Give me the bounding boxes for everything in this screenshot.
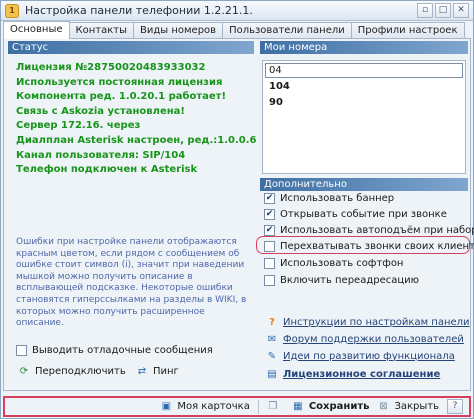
my-numbers-header: Мои номера [260,41,468,54]
save-button[interactable]: ▦ Сохранить [292,401,370,413]
status-line-license: Лицензия №28750020483933032 [16,62,206,73]
copy-icon: ❐ [268,401,278,412]
error-hint-text: Ошибки при настройке панели отображаются… [16,237,247,329]
close-icon: ⊠ [379,401,388,412]
status-list: Лицензия №28750020483933032 Используется… [16,61,256,178]
option-intercept-calls[interactable]: Перехватывать звонки своих клиентов [264,241,474,252]
debug-label: Выводить отладочные сообщения [32,345,213,356]
tab-settings-profiles[interactable]: Профили настроек [350,22,465,39]
option-forwarding[interactable]: Включить переадресацию [264,275,419,286]
tab-panel-users[interactable]: Пользователи панели [222,22,352,39]
title-bar: 1 Настройка панели телефонии 1.2.21.1. ▫… [1,1,473,21]
link-label[interactable]: Форум поддержки пользователей [283,334,464,345]
status-line-permanent: Используется постоянная лицензия [16,76,223,88]
help-icon: ? [447,399,463,414]
link-forum[interactable]: ✉ Форум поддержки пользователей [266,333,464,345]
save-icon: ▦ [293,401,303,412]
copy-button[interactable]: ❐ [267,401,284,413]
link-ideas[interactable]: ✎ Идеи по развитию функционала [266,350,455,362]
checkbox-softphone[interactable] [264,258,275,269]
status-line-server: Сервер 172.16. через [16,120,141,132]
reconnect-label: Переподключить [35,365,126,377]
number-item[interactable]: 104 [269,81,290,92]
my-card-button[interactable]: ▣ Моя карточка [160,401,250,413]
status-line-dialplan: Диалплан Asterisk настроен, ред.:1.0.0.6 [16,134,257,146]
tab-number-types[interactable]: Виды номеров [133,22,224,39]
document-icon: ▤ [267,368,277,380]
close-label: Закрыть [394,401,439,412]
status-line-channel: Канал пользователя: SIP/104 [16,149,186,161]
debug-messages-option[interactable]: Выводить отладочные сообщения [16,345,213,356]
reconnect-button[interactable]: ⟳ Переподключить [18,365,126,377]
checkbox-open-event[interactable]: ✔ [264,209,275,220]
option-use-banner[interactable]: ✔ Использовать баннер [264,193,394,204]
ping-button[interactable]: ⇄ Пинг [136,365,179,377]
link-label[interactable]: Лицензионное соглашение [283,369,440,380]
tab-bar: Основные Контакты Виды номеров Пользоват… [3,21,465,39]
window-title: Настройка панели телефонии 1.2.21.1. [25,4,253,17]
checkbox-intercept[interactable] [264,241,275,252]
card-icon: ▣ [161,401,172,412]
ping-label: Пинг [153,365,179,377]
chat-icon: ✉ [267,333,277,345]
link-license[interactable]: ▤ Лицензионное соглашение [266,368,440,380]
my-card-label: Моя карточка [177,401,250,412]
tab-content: Статус Лицензия №28750020483933032 Испол… [3,38,474,391]
lightbulb-icon: ✎ [267,350,277,362]
link-label[interactable]: Идеи по развитию функционала [283,351,455,362]
maximize-button[interactable]: □ [435,3,451,18]
toolbar-separator [257,399,259,414]
checkbox-auto-answer[interactable]: ✔ [264,225,275,236]
settings-window: 1 Настройка панели телефонии 1.2.21.1. ▫… [0,0,474,419]
option-label: Перехватывать звонки своих клиентов [280,241,474,252]
tab-contacts[interactable]: Контакты [68,22,134,39]
option-softphone[interactable]: Использовать софтфон [264,258,403,269]
minimize-button[interactable]: ▫ [417,3,433,18]
checkbox-forwarding[interactable] [264,275,275,286]
option-label: Использовать баннер [280,193,395,204]
ping-icon: ⇄ [137,365,147,377]
my-numbers-list[interactable]: 04 104 90 [262,60,466,174]
number-item[interactable]: 90 [269,97,283,108]
help-button[interactable]: ? [447,399,463,414]
option-label: Открывать событие при звонке [280,209,447,220]
link-instructions[interactable]: ? Инструкции по настройкам панели [266,316,470,328]
close-button[interactable]: ⊠ Закрыть [377,401,439,413]
option-open-event[interactable]: ✔ Открывать событие при звонке [264,209,447,220]
question-icon: ? [269,316,275,328]
checkbox-banner[interactable]: ✔ [264,193,275,204]
window-controls: ▫ □ ✕ [417,3,469,18]
bottom-toolbar: ▣ Моя карточка ❐ ▦ Сохранить ⊠ Закрыть ? [3,396,471,417]
status-line-component: Компонента ред. 1.0.20.1 работает! [16,91,227,103]
option-auto-answer[interactable]: ✔ Использовать автоподъём при наборе [264,225,474,236]
option-label: Включить переадресацию [280,275,420,286]
status-header: Статус [8,41,254,54]
number-input[interactable]: 04 [265,63,463,78]
option-label: Использовать автоподъём при наборе [280,225,474,236]
option-label: Использовать софтфон [280,258,404,269]
save-label: Сохранить [308,401,370,412]
debug-checkbox[interactable] [16,345,27,356]
status-line-phone: Телефон подключен к Asterisk [16,164,198,176]
link-label[interactable]: Инструкции по настройкам панели [283,317,470,328]
refresh-icon: ⟳ [19,365,29,377]
tab-main[interactable]: Основные [3,21,70,39]
additional-header: Дополнительно [260,178,468,191]
status-line-askozia: Связь с Askozia установлена! [16,105,185,117]
app-icon: 1 [5,3,19,18]
close-window-button[interactable]: ✕ [453,3,469,18]
